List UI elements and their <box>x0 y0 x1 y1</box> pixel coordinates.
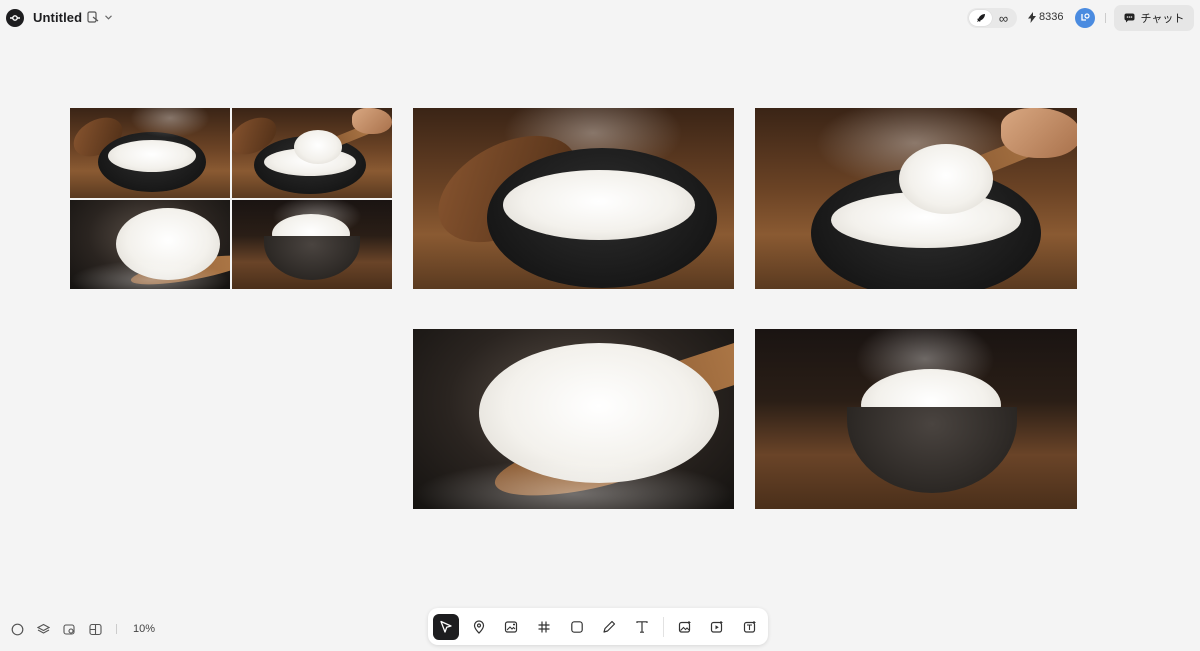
infinity-icon: ∞ <box>998 10 1009 26</box>
rice-pot-with-lid[interactable] <box>413 108 734 289</box>
collage-scooped-rice <box>232 108 392 198</box>
hash-frame-icon <box>537 620 551 634</box>
main-toolbar <box>428 608 768 645</box>
gallery-icon <box>88 623 102 636</box>
lightning-icon <box>1028 11 1036 23</box>
layers-icon <box>36 623 50 636</box>
cursor-icon <box>439 620 453 634</box>
select-tool-button[interactable] <box>433 613 459 640</box>
user-avatar-icon[interactable] <box>1075 8 1095 28</box>
zoom-level[interactable]: 10% <box>133 623 155 635</box>
chat-button[interactable]: チャット <box>1114 5 1194 31</box>
file-share-icon <box>86 10 100 24</box>
document-title[interactable]: Untitled <box>33 10 82 25</box>
image-sparkle-icon <box>504 620 518 634</box>
chat-bubble-icon <box>1124 13 1135 23</box>
video-play-icon <box>710 620 724 634</box>
pen-tool-button[interactable] <box>597 614 623 640</box>
toolbar-divider <box>662 616 664 637</box>
pencil-icon <box>602 620 616 634</box>
rice-on-wooden-spoon[interactable] <box>413 329 734 509</box>
header-divider <box>1105 13 1106 23</box>
asset-search-button[interactable] <box>60 620 78 638</box>
app-logo-icon[interactable] <box>6 9 24 27</box>
collage-rice-on-spoon <box>70 199 230 289</box>
bottom-divider <box>116 624 117 634</box>
text-to-image-button[interactable] <box>737 614 763 640</box>
collage-pot-with-lid <box>70 108 230 198</box>
rocket-icon <box>976 13 986 23</box>
credits-count: 8336 <box>1039 11 1064 23</box>
layers-button[interactable] <box>34 620 52 638</box>
location-tool-button[interactable] <box>466 614 492 640</box>
chat-label: チャット <box>1140 13 1185 25</box>
collage-rice-in-bowl <box>232 199 392 289</box>
infinity-mode-button[interactable]: ∞ <box>992 10 1015 26</box>
image-generate-button[interactable] <box>498 614 524 640</box>
text-tool-button[interactable] <box>629 614 655 640</box>
rice-scooped-from-pot[interactable] <box>755 108 1077 289</box>
map-pin-icon <box>472 619 486 634</box>
video-generate-button[interactable] <box>705 614 731 640</box>
gallery-button[interactable] <box>86 620 104 638</box>
rice-in-bowl[interactable] <box>755 329 1077 509</box>
rocket-mode-button[interactable] <box>969 10 992 26</box>
image-edit-button[interactable] <box>672 614 698 640</box>
shape-tool-button[interactable] <box>564 614 590 640</box>
square-icon <box>570 620 584 634</box>
image-add-icon <box>678 620 692 634</box>
credits-indicator[interactable]: 8336 <box>1028 11 1063 23</box>
image-search-icon <box>62 623 76 636</box>
frame-tool-button[interactable] <box>531 614 557 640</box>
file-share-button[interactable] <box>86 10 112 24</box>
rice-collage-grid[interactable] <box>70 108 392 289</box>
bottom-left-tools: 10% <box>8 619 155 639</box>
text-icon <box>635 620 649 634</box>
circle-tool-button[interactable] <box>8 620 26 638</box>
text-image-icon <box>743 620 757 634</box>
circle-icon <box>11 623 24 636</box>
chevron-down-icon <box>105 14 112 20</box>
mode-toggle[interactable]: ∞ <box>967 8 1017 28</box>
